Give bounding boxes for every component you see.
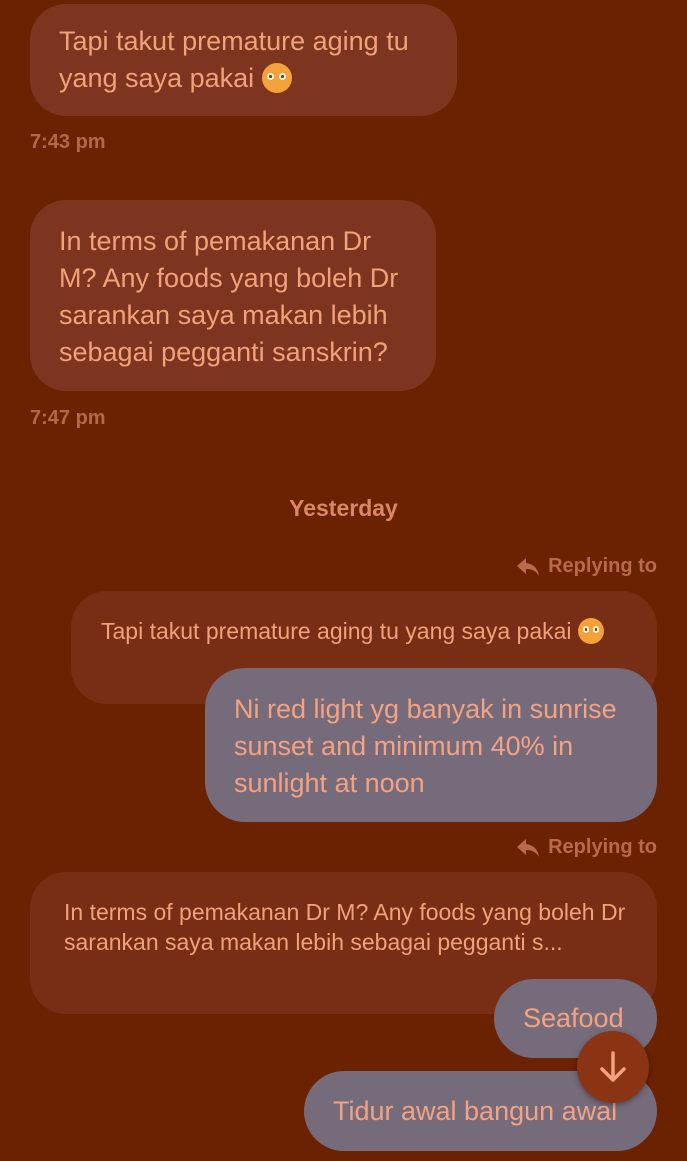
message-text: In terms of pemakanan Dr M? Any foods ya… bbox=[59, 226, 399, 367]
reply-arrow-icon bbox=[517, 557, 540, 576]
incoming-message[interactable]: In terms of pemakanan Dr M? Any foods ya… bbox=[30, 200, 436, 391]
quoted-text: In terms of pemakanan Dr M? Any foods ya… bbox=[64, 899, 626, 955]
message-text: Ni red light yg banyak in sunrise sunset… bbox=[234, 694, 617, 798]
pleading-face-icon bbox=[577, 618, 604, 644]
arrow-down-icon bbox=[600, 1051, 626, 1082]
scroll-to-bottom-button[interactable] bbox=[577, 1031, 649, 1103]
incoming-message[interactable]: Tapi takut premature aging tu yang saya … bbox=[30, 4, 457, 116]
pleading-face-icon bbox=[261, 63, 292, 93]
message-timestamp: 7:47 pm bbox=[30, 407, 106, 429]
message-text: Tidur awal bangun awal bbox=[333, 1096, 618, 1126]
message-timestamp: 7:43 pm bbox=[30, 131, 106, 153]
replying-to-label: Replying to bbox=[516, 836, 657, 859]
replying-to-label: Replying to bbox=[516, 555, 657, 578]
message-text: Seafood bbox=[523, 1003, 624, 1033]
reply-arrow-icon bbox=[517, 838, 540, 857]
quoted-text: Tapi takut premature aging tu yang saya … bbox=[101, 618, 572, 644]
outgoing-message[interactable]: Ni red light yg banyak in sunrise sunset… bbox=[205, 668, 657, 822]
message-text: Tapi takut premature aging tu yang saya … bbox=[59, 26, 409, 93]
date-separator: Yesterday bbox=[289, 495, 398, 521]
